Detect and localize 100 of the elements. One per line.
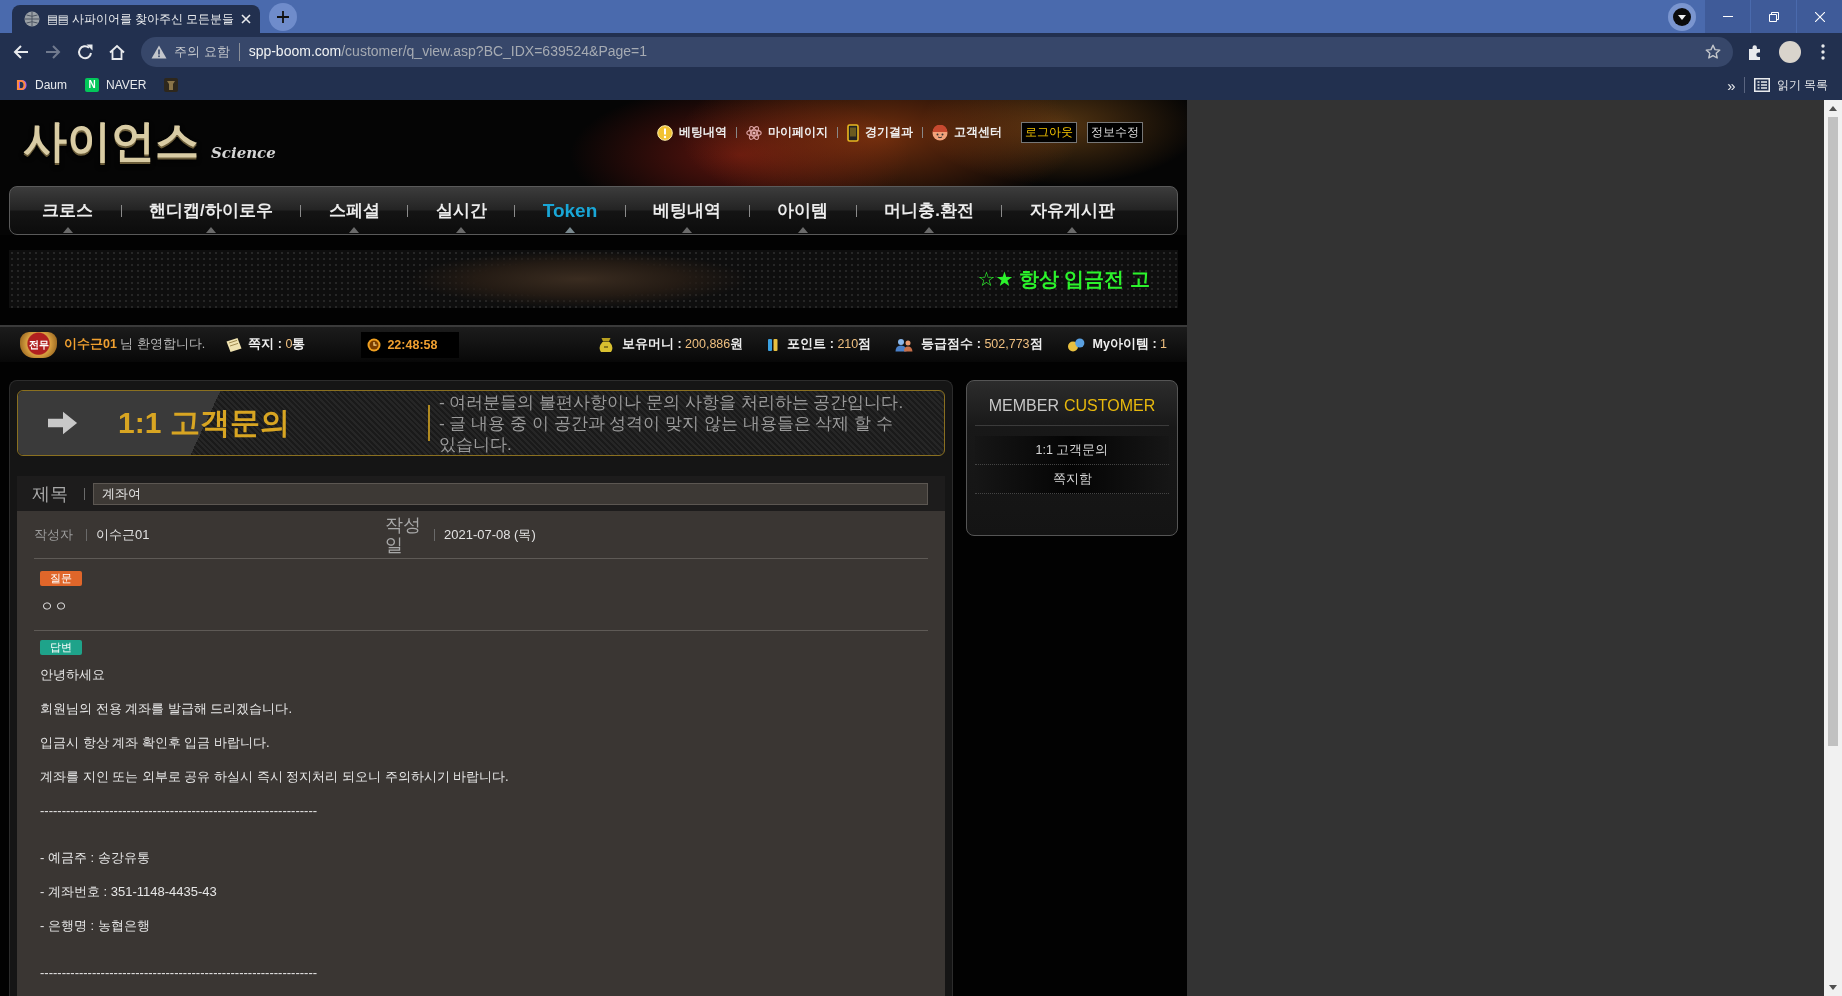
triangle-icon bbox=[797, 227, 808, 233]
url-text: spp-boom.com/customer/q_view.asp?BC_IDX=639524&Page=1 bbox=[248, 43, 648, 60]
arrow-right-icon bbox=[48, 410, 78, 436]
answer-badge: 답변 bbox=[40, 640, 82, 655]
nav-tab[interactable]: 자유게시판 bbox=[1026, 187, 1119, 234]
bookmark[interactable]: N NAVER bbox=[85, 77, 147, 93]
triangle-icon bbox=[1067, 227, 1078, 233]
answer-text: - 계좌번호 : 351-1148-4435-43 bbox=[40, 883, 218, 901]
message-count[interactable]: 쪽지 : 0통 bbox=[248, 336, 306, 353]
restore-icon bbox=[1768, 11, 1779, 22]
sidebar-link[interactable]: 1:1 고객문의 bbox=[975, 436, 1169, 465]
users-icon bbox=[895, 337, 914, 352]
answer-text: ---------------------------------------------------------------- bbox=[40, 964, 319, 982]
avatar-placeholder[interactable] bbox=[1779, 40, 1801, 63]
browser-tab[interactable]: ▤▤ 사파이어를 찾아주신 모든분들 bbox=[12, 5, 261, 33]
notice-text: ☆★ 항상 입금전 고 bbox=[977, 266, 1150, 292]
nav-tab[interactable]: 핸디캡/하이로우 bbox=[145, 187, 277, 234]
bookmark[interactable]: D Daum bbox=[14, 77, 67, 93]
bookmark-favicon: N bbox=[85, 78, 99, 92]
triangle-icon bbox=[565, 227, 575, 233]
globe-icon bbox=[24, 11, 40, 27]
plus-icon bbox=[277, 10, 290, 23]
sidebar-link[interactable]: 쪽지함 bbox=[975, 465, 1169, 494]
new-tab-button[interactable] bbox=[269, 2, 298, 31]
puzzle-icon[interactable] bbox=[1747, 43, 1763, 60]
bookmarks-overflow[interactable]: » bbox=[1727, 77, 1736, 93]
money-balance: 보유머니 : 200,886원 bbox=[621, 336, 744, 353]
question-badge: 질문 bbox=[40, 571, 82, 586]
grade-score: 등급점수 : 502,773점 bbox=[921, 336, 1043, 353]
atom-icon bbox=[746, 124, 762, 141]
top-link[interactable]: 경기결과 bbox=[838, 123, 922, 142]
logo-subtitle: Science bbox=[211, 144, 276, 162]
scrollbar-thumb[interactable] bbox=[1828, 117, 1838, 746]
nav-tab[interactable]: 실시간 bbox=[431, 187, 491, 234]
rank-badge: 전무 bbox=[20, 331, 57, 358]
answer-text: ---------------------------------------------------------------- bbox=[40, 802, 319, 820]
triangle-icon bbox=[349, 227, 360, 233]
close-icon[interactable] bbox=[241, 14, 252, 24]
top-link[interactable]: 마이페이지 bbox=[737, 124, 837, 141]
scrollbar[interactable] bbox=[1824, 100, 1842, 996]
money-bag-icon bbox=[597, 336, 614, 353]
nav-tab[interactable]: 베팅내역 bbox=[649, 187, 726, 234]
favicon-icon[interactable] bbox=[164, 78, 179, 92]
address-bar[interactable]: 주의 요함 spp-boom.com/customer/q_view.asp?BC_IDX=639524&Page=1 bbox=[141, 36, 1733, 67]
nav-tab[interactable]: 아이템 bbox=[773, 187, 833, 234]
reading-list-button[interactable]: 읽기 목록 bbox=[1753, 77, 1828, 93]
meta-value: 이수근01 bbox=[96, 525, 150, 544]
meta-value: 2021-07-08 (목) bbox=[444, 525, 536, 544]
logo-title[interactable]: 사이언스 bbox=[23, 114, 199, 168]
subject-field[interactable]: 계좌여 bbox=[93, 482, 928, 505]
home-icon[interactable] bbox=[109, 43, 125, 60]
nav-tab[interactable]: Token bbox=[538, 187, 602, 234]
top-link[interactable]: 고객센터 bbox=[923, 124, 1011, 141]
menu-icon[interactable] bbox=[1821, 43, 1825, 60]
nav-tab[interactable]: 머니충.환전 bbox=[880, 187, 978, 234]
answer-text: 입금시 항상 계좌 확인후 입금 바랍니다. bbox=[40, 734, 271, 752]
question-text: ㅇㅇ bbox=[40, 597, 69, 616]
back-icon[interactable] bbox=[13, 43, 29, 60]
logout-button[interactable]: 로그아웃 bbox=[1021, 122, 1077, 143]
security-label: 주의 요함 bbox=[174, 43, 230, 60]
triangle-icon bbox=[456, 227, 467, 233]
welcome-text: 이수근01 님 환영합니다. bbox=[64, 336, 206, 353]
nav-tab[interactable]: 크로스 bbox=[38, 187, 97, 234]
list-icon bbox=[1753, 78, 1770, 92]
bookmark-favicon: D bbox=[14, 78, 28, 92]
star-icon[interactable] bbox=[1705, 43, 1721, 60]
nav-tab[interactable]: 스페셜 bbox=[324, 187, 384, 234]
triangle-icon bbox=[205, 227, 216, 233]
warning-icon bbox=[151, 44, 167, 59]
edit-profile-button[interactable]: 정보수정 bbox=[1087, 122, 1143, 143]
exclamation-icon bbox=[657, 124, 673, 141]
points-balance: 포인트 : 210점 bbox=[787, 336, 872, 353]
subject-label: 제목 bbox=[32, 482, 68, 506]
face-icon bbox=[932, 124, 948, 141]
scroll-up-icon[interactable] bbox=[1829, 106, 1837, 111]
scroll-down-icon[interactable] bbox=[1829, 985, 1837, 990]
spheres-icon bbox=[1066, 337, 1085, 352]
tab-title: ▤▤ 사파이어를 찾아주신 모든분들 bbox=[47, 12, 235, 27]
reload-icon[interactable] bbox=[77, 43, 93, 60]
page-title: 1:1 고객문의 bbox=[118, 404, 290, 441]
tab-search-button[interactable] bbox=[1668, 2, 1696, 31]
item-count: My아이템 : 1 bbox=[1092, 336, 1167, 353]
description-text: - 여러분들의 불편사항이나 문의 사항을 처리하는 공간입니다. bbox=[439, 391, 905, 413]
bars-icon bbox=[767, 337, 780, 352]
triangle-icon bbox=[62, 227, 73, 233]
answer-text: - 은행명 : 농협은행 bbox=[40, 917, 151, 935]
close-icon bbox=[1814, 11, 1825, 22]
caret-down-icon bbox=[1673, 7, 1691, 26]
answer-text: - 예금주 : 송강유통 bbox=[40, 849, 151, 867]
answer-text: 회원님의 전용 계좌를 발급해 드리겠습니다. bbox=[40, 700, 294, 718]
meta-label: 작성일 bbox=[385, 514, 422, 555]
phone-icon bbox=[847, 123, 859, 142]
minimize-icon bbox=[1722, 16, 1733, 17]
triangle-icon bbox=[682, 227, 693, 233]
clock-time: 22:48:58 bbox=[387, 337, 438, 352]
description-text: - 글 내용 중 이 공간과 성격이 맞지 않는 내용들은 삭제 할 수 있습니다. bbox=[439, 412, 895, 455]
top-link[interactable]: 베팅내역 bbox=[648, 124, 736, 141]
sidebar-title: MEMBER CUSTOMER bbox=[975, 381, 1169, 426]
note-icon bbox=[225, 336, 244, 353]
restore-button[interactable] bbox=[1750, 0, 1796, 33]
